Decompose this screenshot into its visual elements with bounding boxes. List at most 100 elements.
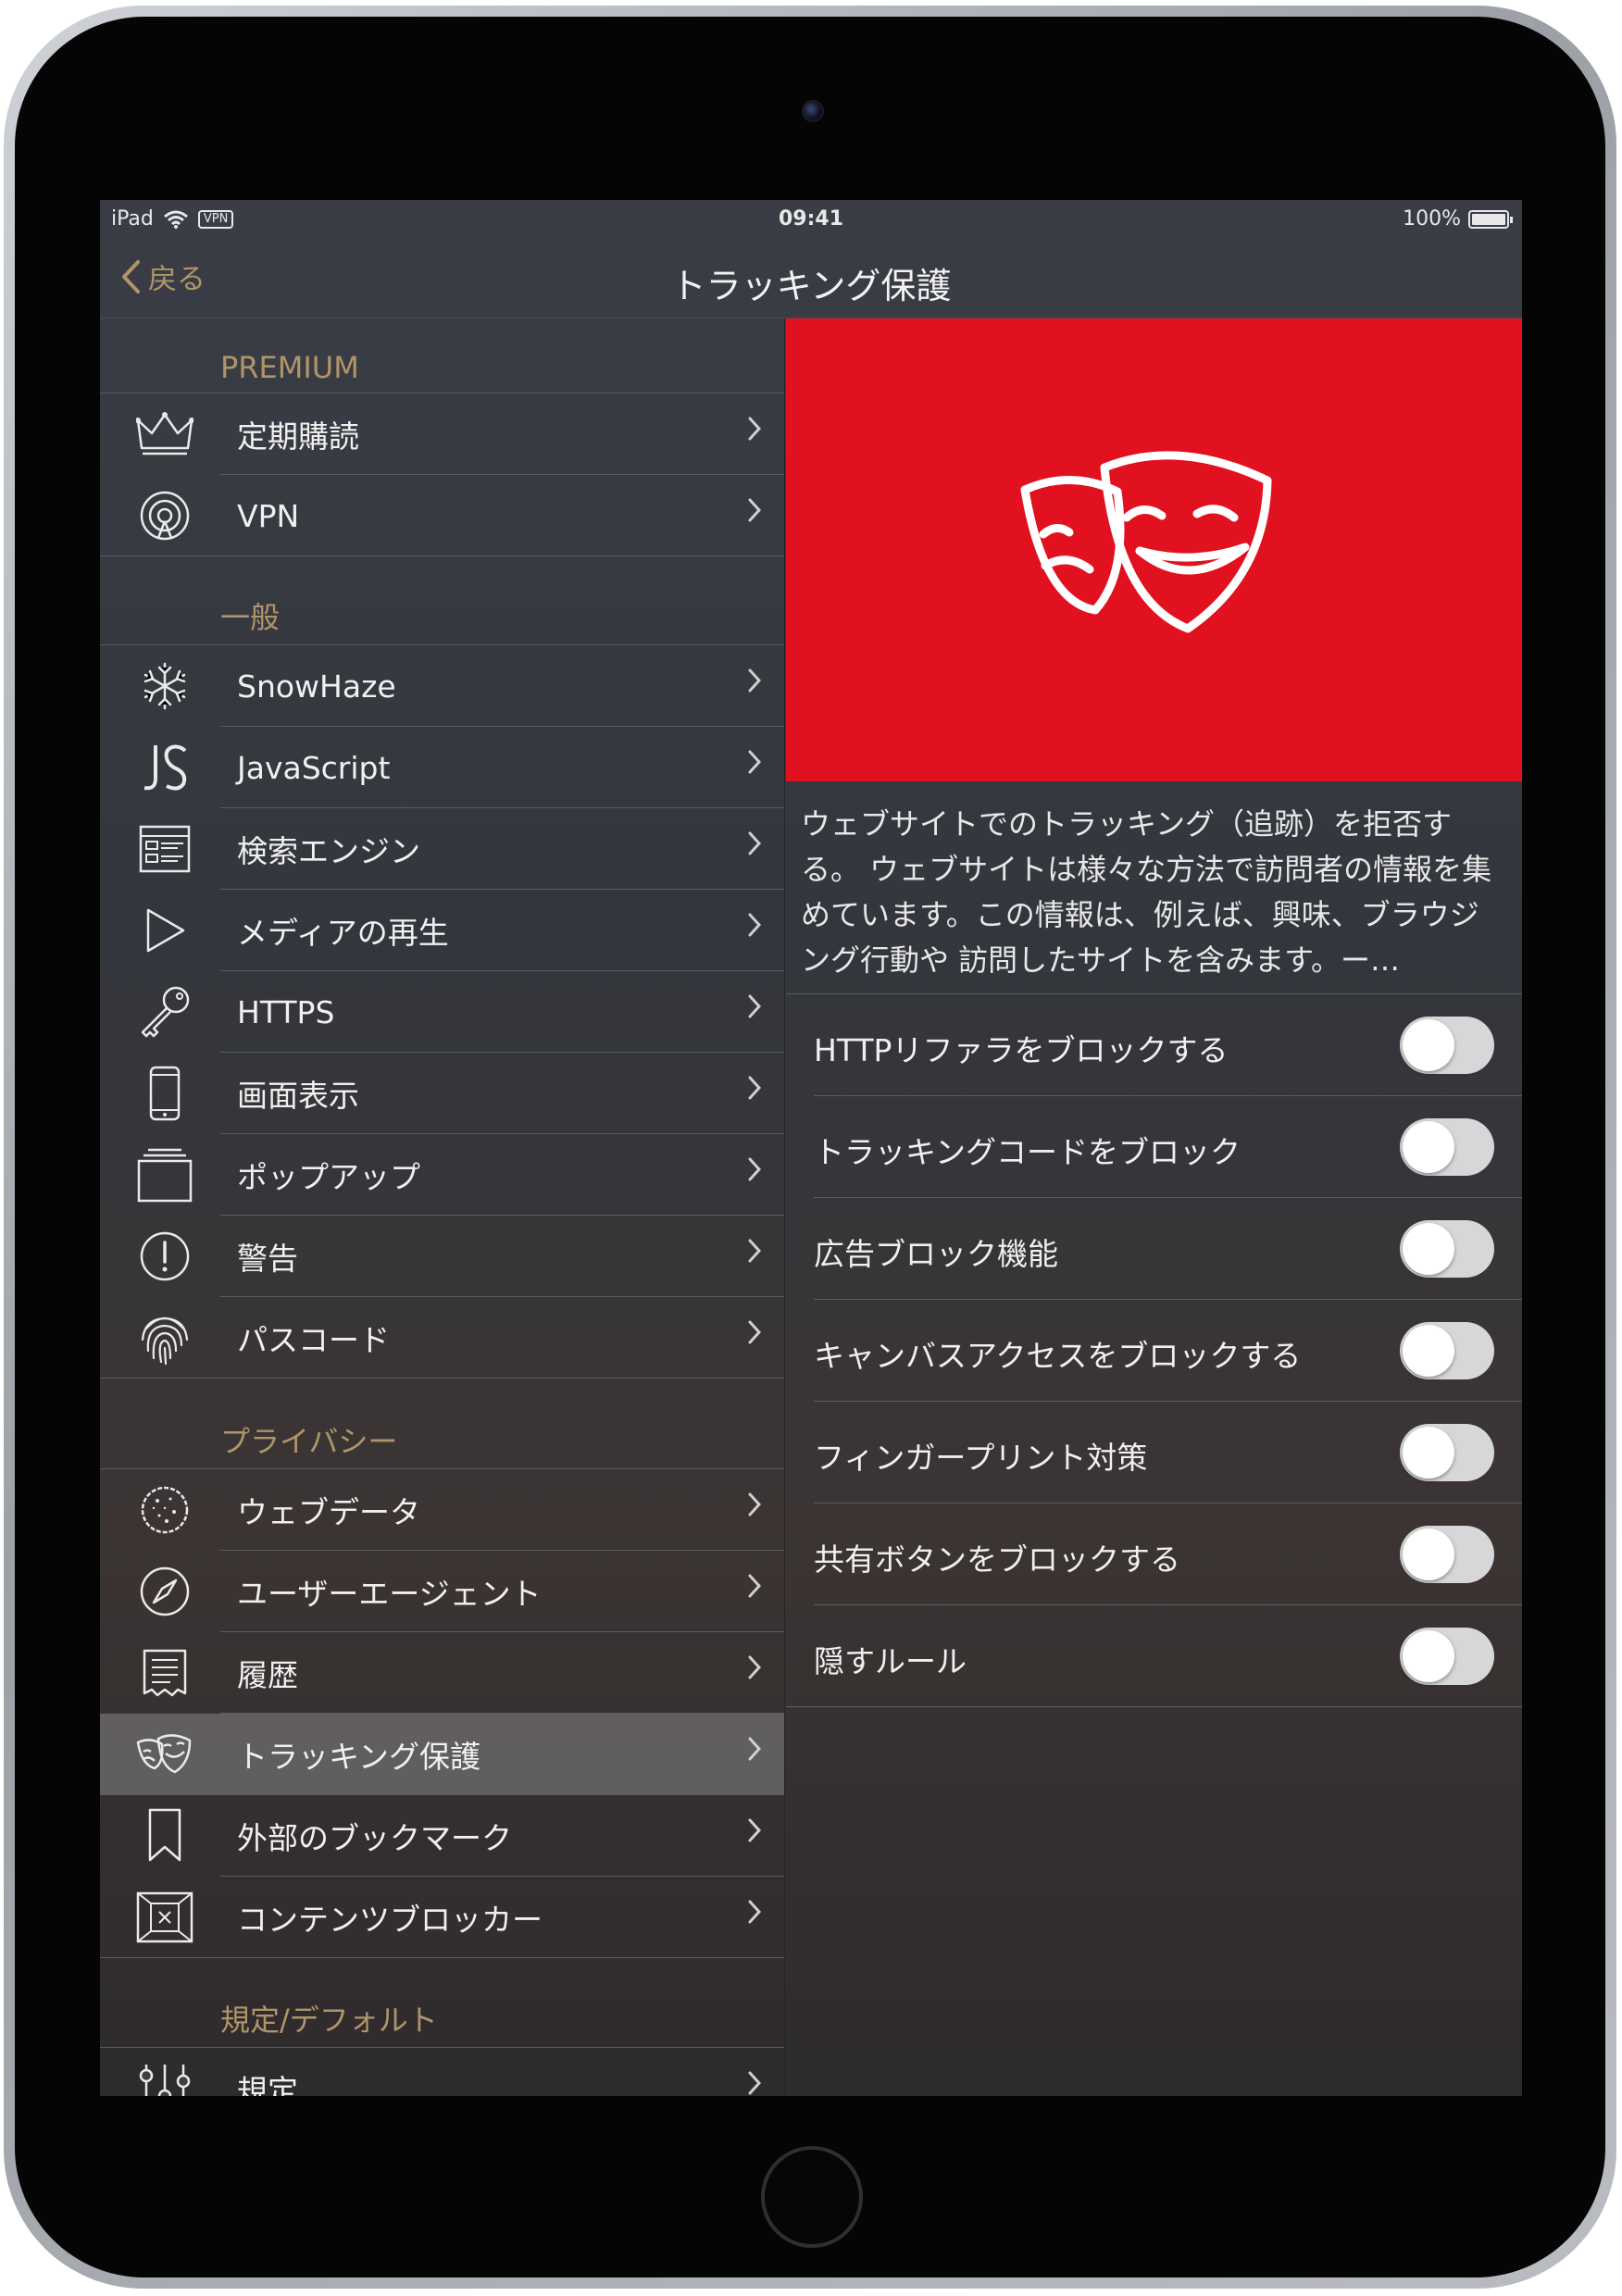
sidebar-item-media-playback[interactable]: メディアの再生 [100, 890, 784, 971]
battery-percent: 100% [1403, 207, 1461, 231]
block-referer-switch[interactable] [1400, 1017, 1494, 1074]
toggle-row-tracking-code: トラッキングコードをブロック [786, 1096, 1522, 1198]
home-button[interactable] [761, 2146, 863, 2248]
sidebar-item-content-blocker[interactable]: コンテンツブロッカー [100, 1877, 784, 1958]
history-icon [135, 1647, 194, 1699]
block-canvas-switch[interactable] [1400, 1322, 1494, 1379]
toggle-label: 共有ボタンをブロックする [814, 1541, 1180, 1578]
sidebar-item-search-engine[interactable]: 検索エンジン [100, 808, 784, 890]
detail-panel: ウェブサイトでのトラッキング（追跡）を拒否する。 ウェブサイトは様々な方法で訪問… [786, 318, 1522, 2096]
masks-icon [135, 1728, 194, 1780]
chevron-right-icon [748, 1076, 762, 1100]
sidebar-item-label: 画面表示 [237, 1078, 359, 1114]
section-header-defaults: 規定/デフォルト [100, 1958, 784, 2047]
section-title: 一般 [220, 600, 281, 635]
sidebar-item-label: ユーザーエージェント [237, 1576, 542, 1612]
navigation-bar: 戻る トラッキング保護 [100, 237, 1522, 318]
sidebar-item-defaults[interactable]: 規定 [100, 2048, 784, 2096]
settings-sidebar: PREMIUM 定期購読 VPN 一般 SnowHaze JavaScript … [100, 318, 785, 2096]
toggle-row-ad-block: 広告ブロック機能 [786, 1198, 1522, 1300]
battery-icon [1468, 209, 1513, 229]
chevron-right-icon [748, 1157, 762, 1181]
crown-icon [135, 408, 194, 460]
sidebar-item-label: 規定 [237, 2073, 298, 2096]
chevron-right-icon [748, 831, 762, 855]
sidebar-item-snowhaze[interactable]: SnowHaze [100, 645, 784, 727]
screen: iPad VPN 09:41 100% 戻る トラッキング保護 PREMIUM [100, 200, 1522, 2096]
block-tracking-code-switch[interactable] [1400, 1118, 1494, 1176]
status-right: 100% [1403, 207, 1513, 231]
sidebar-item-label: トラッキング保護 [237, 1739, 481, 1775]
section-header-premium: PREMIUM [100, 318, 784, 393]
chevron-right-icon [748, 1320, 762, 1344]
toggle-row-canvas-access: キャンバスアクセスをブロックする [786, 1300, 1522, 1402]
status-bar: iPad VPN 09:41 100% [100, 200, 1522, 237]
section-title: プライバシー [220, 1424, 398, 1459]
chevron-right-icon [748, 498, 762, 522]
content-blocker-icon [135, 1891, 194, 1943]
sidebar-item-vpn[interactable]: VPN [100, 475, 784, 556]
sidebar-item-passcode[interactable]: パスコード [100, 1297, 784, 1379]
chevron-right-icon [748, 1818, 762, 1842]
ad-block-switch[interactable] [1400, 1220, 1494, 1278]
chevron-right-icon [748, 994, 762, 1018]
warning-icon [135, 1230, 194, 1282]
sidebar-item-label: SnowHaze [237, 668, 396, 705]
vpn-signal-icon [135, 490, 194, 542]
section-header-privacy: プライバシー [100, 1379, 784, 1468]
description-text: ウェブサイトでのトラッキング（追跡）を拒否する。 ウェブサイトは様々な方法で訪問… [786, 781, 1522, 994]
bookmark-icon [135, 1808, 194, 1862]
chevron-right-icon [748, 668, 762, 693]
fingerprint-protection-switch[interactable] [1400, 1424, 1494, 1481]
page-title: トラッキング保護 [670, 266, 952, 306]
toggle-row-hide-rules: 隠すルール [786, 1605, 1522, 1707]
section-title: 規定/デフォルト [220, 2003, 438, 2038]
chevron-right-icon [748, 913, 762, 937]
sidebar-item-https[interactable]: HTTPS [100, 971, 784, 1053]
sidebar-item-label: 履歴 [237, 1657, 298, 1693]
sidebar-item-label: ウェブデータ [237, 1494, 420, 1530]
chevron-right-icon [748, 1737, 762, 1761]
chevron-right-icon [748, 1492, 762, 1516]
sidebar-item-label: 定期購読 [237, 418, 359, 455]
popup-icon [135, 1148, 194, 1203]
toggle-label: フィンガープリント対策 [814, 1440, 1148, 1476]
section-title: PREMIUM [220, 350, 359, 385]
sidebar-item-warnings[interactable]: 警告 [100, 1216, 784, 1297]
sidebar-item-user-agent[interactable]: ユーザーエージェント [100, 1551, 784, 1632]
sidebar-item-history[interactable]: 履歴 [100, 1632, 784, 1714]
sidebar-item-label: 警告 [237, 1241, 298, 1277]
toggle-row-share-buttons: 共有ボタンをブロックする [786, 1504, 1522, 1605]
sidebar-item-popup[interactable]: ポップアップ [100, 1134, 784, 1216]
chevron-right-icon [748, 1239, 762, 1263]
js-icon [135, 742, 194, 793]
toggle-row-http-referer: HTTPリファラをブロックする [786, 994, 1522, 1096]
sidebar-item-label: HTTPS [237, 993, 335, 1030]
chevron-right-icon [748, 1900, 762, 1924]
toggle-label: トラッキングコードをブロック [814, 1134, 1241, 1170]
chevron-right-icon [748, 1655, 762, 1679]
sidebar-item-external-bookmarks[interactable]: 外部のブックマーク [100, 1795, 784, 1877]
search-engine-icon [135, 823, 194, 875]
sidebar-item-display[interactable]: 画面表示 [100, 1053, 784, 1134]
sidebar-item-label: パスコード [237, 1322, 390, 1358]
toggle-label: 隠すルール [814, 1643, 967, 1679]
sidebar-item-javascript[interactable]: JavaScript [100, 727, 784, 808]
sliders-icon [135, 2063, 194, 2096]
fingerprint-icon [135, 1312, 194, 1366]
snowflake-icon [135, 660, 194, 712]
play-icon [135, 905, 194, 956]
key-icon [135, 986, 194, 1038]
chevron-right-icon [748, 2071, 762, 2095]
chevron-right-icon [748, 1574, 762, 1598]
block-share-buttons-switch[interactable] [1400, 1526, 1494, 1583]
sidebar-item-web-data[interactable]: ウェブデータ [100, 1469, 784, 1551]
sidebar-item-tracking-protection[interactable]: トラッキング保護 [100, 1714, 784, 1795]
compass-icon [135, 1566, 194, 1617]
sidebar-item-label: 検索エンジン [237, 833, 420, 869]
hide-rules-switch[interactable] [1400, 1628, 1494, 1685]
status-time: 09:41 [778, 207, 844, 231]
front-camera [802, 100, 824, 122]
chevron-right-icon [748, 750, 762, 774]
sidebar-item-subscription[interactable]: 定期購読 [100, 393, 784, 475]
